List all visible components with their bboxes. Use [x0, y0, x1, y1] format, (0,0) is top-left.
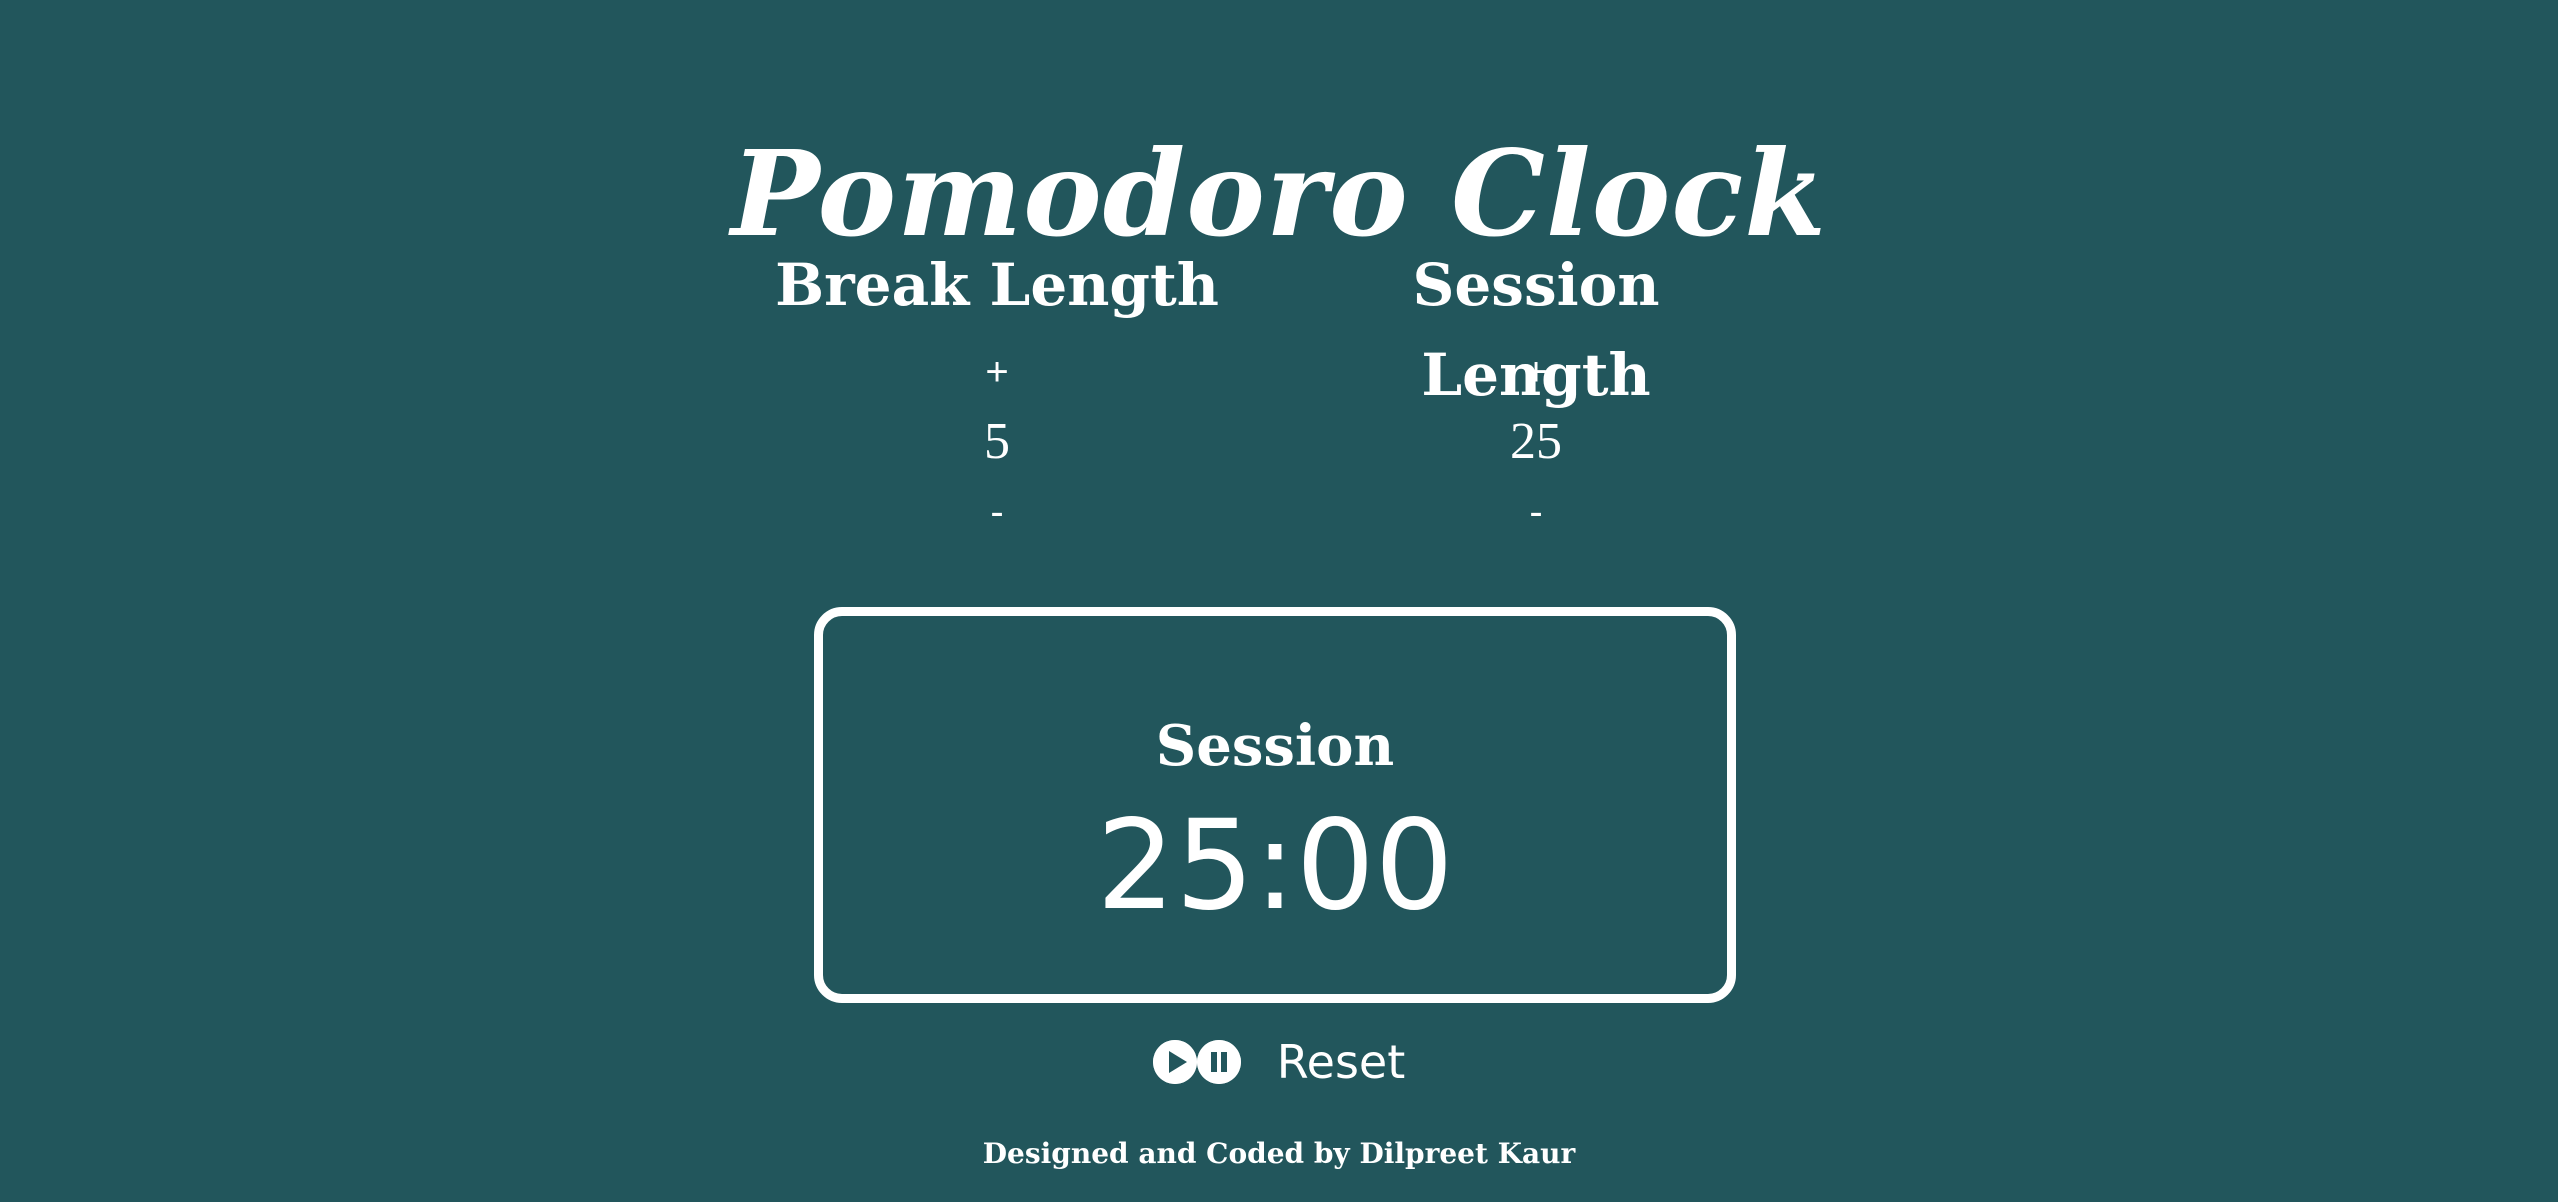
session-length-control: Session Length + 25 -	[1296, 240, 1776, 542]
pomodoro-app: Pomodoro Clock Break Length + 5 - Sessio…	[0, 0, 2558, 1202]
break-increment-button[interactable]: +	[957, 342, 1037, 402]
play-circle-icon[interactable]	[1152, 1040, 1197, 1084]
pause-circle-icon[interactable]	[1196, 1040, 1241, 1084]
break-length-value: 5	[984, 413, 1010, 470]
timer-label: Session	[1155, 713, 1395, 779]
timer-display: Session 25:00	[814, 607, 1736, 1003]
play-icon	[1152, 1040, 1197, 1084]
footer-credit: Designed and Coded by Dilpreet Kaur	[982, 1137, 1576, 1170]
session-length-label: Session Length	[1412, 251, 1660, 409]
pause-icon	[1196, 1040, 1241, 1084]
break-length-control: Break Length + 5 -	[757, 240, 1237, 542]
page-title: Pomodoro Clock	[730, 124, 1828, 264]
session-length-value: 25	[1510, 413, 1562, 470]
timer-time-left: 25:00	[1096, 794, 1454, 938]
break-length-label: Break Length	[775, 251, 1219, 319]
session-decrement-button[interactable]: -	[1496, 482, 1576, 542]
break-decrement-button[interactable]: -	[957, 482, 1037, 542]
timer-controls: Reset	[0, 1032, 2558, 1092]
reset-button[interactable]: Reset	[1277, 1032, 1406, 1092]
